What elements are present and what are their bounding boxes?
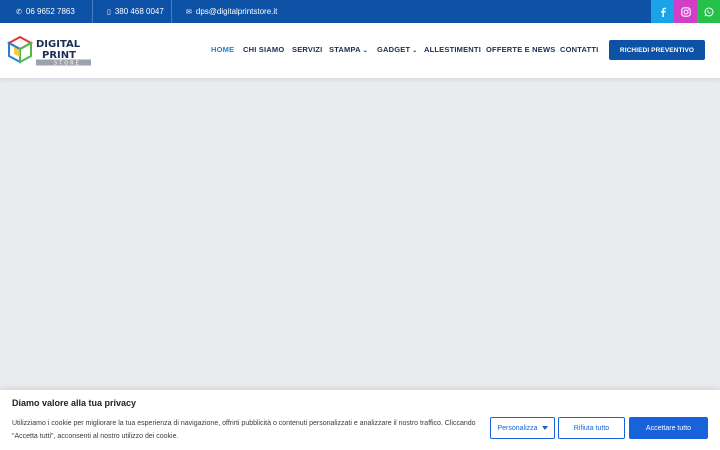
phone-contact[interactable]: ✆ 06 9652 7863 bbox=[16, 0, 75, 23]
site-header: DIGITAL PRINT STORE HOME CHI SIAMO SERVI… bbox=[0, 23, 720, 78]
email-contact[interactable]: ✉ dps@digitalprintstore.it bbox=[186, 0, 277, 23]
email-address: dps@digitalprintstore.it bbox=[195, 7, 278, 16]
whatsapp-link[interactable] bbox=[697, 0, 720, 23]
caret-down-icon bbox=[541, 426, 548, 430]
instagram-icon bbox=[680, 6, 691, 17]
envelope-icon: ✉ bbox=[186, 8, 192, 16]
logo-text-digital: DIGITAL bbox=[36, 39, 81, 50]
cookie-title: Diamo valore alla tua privacy bbox=[12, 398, 137, 408]
logo-cube-icon: DIGITAL PRINT STORE bbox=[6, 35, 91, 67]
facebook-link[interactable] bbox=[651, 0, 674, 23]
mobile-number: 380 468 0047 bbox=[114, 7, 164, 16]
nav-gadget-label: GADGET bbox=[377, 45, 411, 54]
phone-number: 06 9652 7863 bbox=[25, 7, 75, 16]
accept-all-button[interactable]: Accettare tutto bbox=[629, 417, 708, 439]
nav-chi-siamo[interactable]: CHI SIAMO bbox=[243, 45, 284, 54]
mobile-icon: ▯ bbox=[107, 8, 111, 16]
mobile-contact[interactable]: ▯ 380 468 0047 bbox=[107, 0, 164, 23]
nav-contatti[interactable]: CONTATTI bbox=[560, 45, 598, 54]
logo-text-print: PRINT bbox=[42, 50, 76, 61]
logo-text-store: STORE bbox=[54, 61, 81, 67]
cookie-consent-banner: Diamo valore alla tua privacy Utilizziam… bbox=[0, 390, 720, 450]
site-logo[interactable]: DIGITAL PRINT STORE bbox=[6, 34, 92, 68]
nav-home[interactable]: HOME bbox=[211, 45, 234, 54]
customize-button[interactable]: Personalizza bbox=[490, 417, 555, 439]
nav-stampa[interactable]: STAMPA ⌄ bbox=[329, 45, 368, 54]
divider bbox=[171, 0, 172, 23]
customize-label: Personalizza bbox=[497, 424, 538, 432]
instagram-link[interactable] bbox=[674, 0, 697, 23]
chevron-down-icon: ⌄ bbox=[362, 48, 368, 54]
nav-allestimenti[interactable]: ALLESTIMENTI bbox=[424, 45, 481, 54]
cookie-description: Utilizziamo i cookie per migliorare la t… bbox=[12, 420, 476, 440]
nav-gadget[interactable]: GADGET ⌄ bbox=[377, 45, 418, 54]
reject-all-button[interactable]: Rifiuta tutto bbox=[558, 417, 625, 439]
facebook-icon bbox=[660, 7, 666, 17]
divider bbox=[92, 0, 93, 23]
nav-servizi[interactable]: SERVIZI bbox=[292, 45, 322, 54]
whatsapp-icon bbox=[704, 7, 713, 16]
top-contact-bar: ✆ 06 9652 7863 ▯ 380 468 0047 ✉ dps@digi… bbox=[0, 0, 720, 23]
phone-icon: ✆ bbox=[16, 8, 22, 16]
nav-stampa-label: STAMPA bbox=[329, 45, 361, 54]
request-quote-button[interactable]: RICHIEDI PREVENTIVO bbox=[609, 40, 705, 60]
chevron-down-icon: ⌄ bbox=[412, 48, 418, 54]
nav-offerte-news[interactable]: OFFERTE E NEWS bbox=[486, 45, 555, 54]
